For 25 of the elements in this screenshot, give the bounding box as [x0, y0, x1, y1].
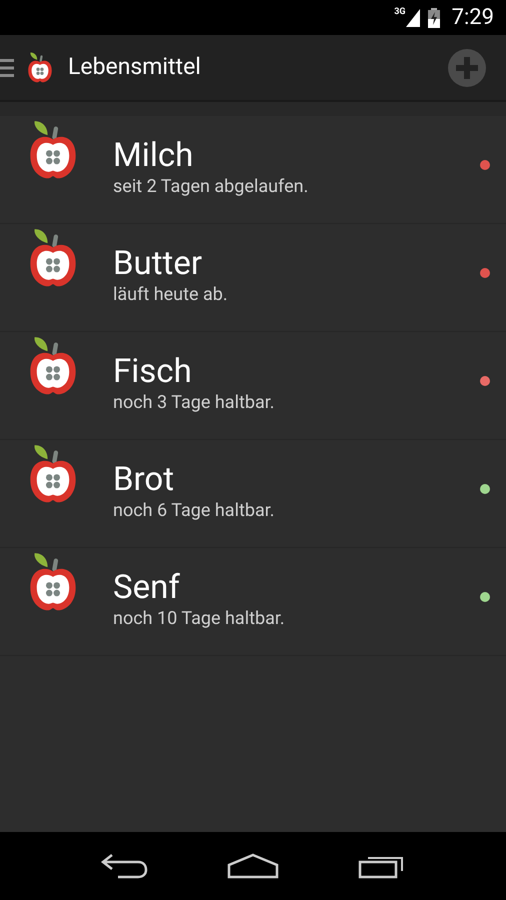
food-name: Fisch	[113, 352, 193, 392]
window-title: Lebensmittel	[68, 52, 201, 82]
food-name: Butter	[113, 244, 204, 284]
signal-icon	[406, 8, 420, 26]
menu-icon[interactable]	[0, 56, 14, 78]
food-name: Milch	[113, 136, 194, 176]
food-name: Senf	[113, 568, 181, 608]
food-list-item[interactable]: Butter läuft heute ab.	[0, 224, 506, 332]
food-list-item[interactable]: Fisch noch 3 Tage haltbar.	[0, 332, 506, 440]
food-name: Brot	[113, 460, 176, 500]
food-list-item[interactable]: Brot noch 6 Tage haltbar.	[0, 440, 506, 548]
expiry-status: noch 3 Tage haltbar.	[113, 392, 276, 414]
expiry-status: noch 10 Tage haltbar.	[113, 608, 286, 630]
app-logo-icon	[26, 52, 54, 84]
expiry-status: noch 6 Tage haltbar.	[113, 500, 276, 522]
home-icon[interactable]	[226, 853, 279, 879]
battery-icon	[428, 8, 440, 28]
clock: 7:29	[452, 4, 494, 32]
expiry-status: läuft heute ab.	[113, 284, 229, 306]
food-list-item[interactable]: Senf noch 10 Tage haltbar.	[0, 548, 506, 656]
expiry-status: seit 2 Tagen abgelaufen.	[113, 176, 310, 198]
food-list-item[interactable]: Milch seit 2 Tagen abgelaufen.	[0, 116, 506, 224]
back-icon[interactable]	[100, 853, 148, 879]
network-type: 3G	[394, 6, 406, 19]
plus-icon	[456, 56, 478, 78]
